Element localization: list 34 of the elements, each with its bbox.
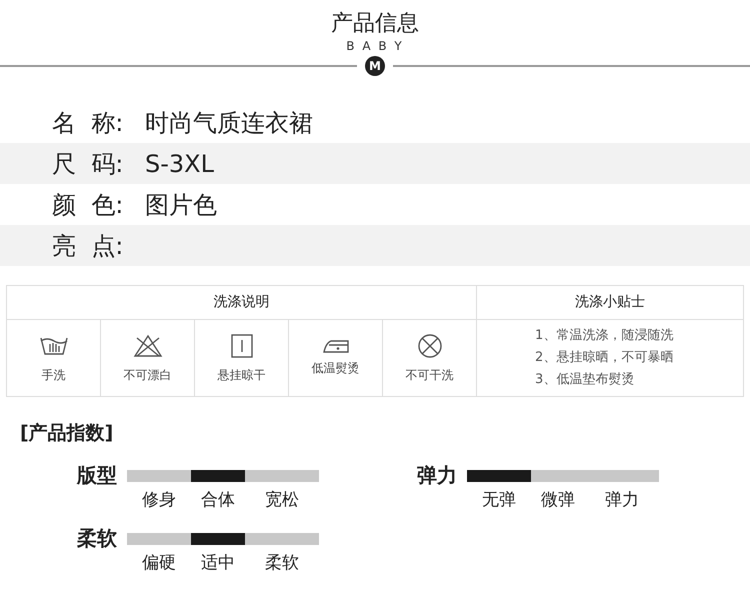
index-option: 弹力 bbox=[585, 488, 659, 513]
field-value: S-3XL bbox=[145, 148, 214, 180]
index-option: 宽松 bbox=[245, 488, 319, 513]
index-option: 无弹 bbox=[467, 488, 531, 513]
care-label: 不可漂白 bbox=[124, 367, 172, 384]
care-label: 不可干洗 bbox=[406, 367, 454, 384]
index-name: 柔软 bbox=[76, 525, 118, 551]
index-option: 偏硬 bbox=[127, 551, 191, 576]
index-name: 弹力 bbox=[416, 462, 458, 488]
section-heading: 洗涤小贴士 bbox=[477, 286, 743, 320]
care-label: 手洗 bbox=[42, 367, 66, 384]
badge-icon: M bbox=[365, 56, 385, 76]
page-title: 产品信息 bbox=[330, 10, 420, 38]
field-label: 亮 点: bbox=[51, 230, 124, 262]
subtitle: B A B Y bbox=[345, 38, 405, 54]
tip-text: 1、常温洗涤，随浸随洗 bbox=[535, 327, 674, 345]
field-label: 颜 色: bbox=[51, 190, 124, 220]
section-title: [产品指数] bbox=[20, 421, 114, 446]
field-value: 图片色 bbox=[145, 190, 217, 220]
index-option: 合体 bbox=[191, 488, 246, 513]
field-label: 名 称: bbox=[51, 108, 124, 138]
index-option: 微弹 bbox=[531, 488, 586, 513]
field-label: 尺 码: bbox=[51, 148, 124, 180]
care-label: 悬挂晾干 bbox=[218, 367, 266, 384]
index-option: 修身 bbox=[127, 488, 191, 513]
tip-text: 3、低温垫布熨烫 bbox=[535, 371, 634, 389]
tip-text: 2、悬挂晾晒，不可暴晒 bbox=[535, 349, 674, 367]
field-value: 时尚气质连衣裙 bbox=[145, 108, 313, 138]
index-name: 版型 bbox=[76, 462, 118, 488]
index-option: 适中 bbox=[191, 551, 246, 576]
index-option: 柔软 bbox=[245, 551, 319, 576]
section-heading: 洗涤说明 bbox=[7, 286, 476, 320]
iron-icon bbox=[322, 340, 348, 352]
care-label: 低温熨烫 bbox=[312, 360, 360, 376]
